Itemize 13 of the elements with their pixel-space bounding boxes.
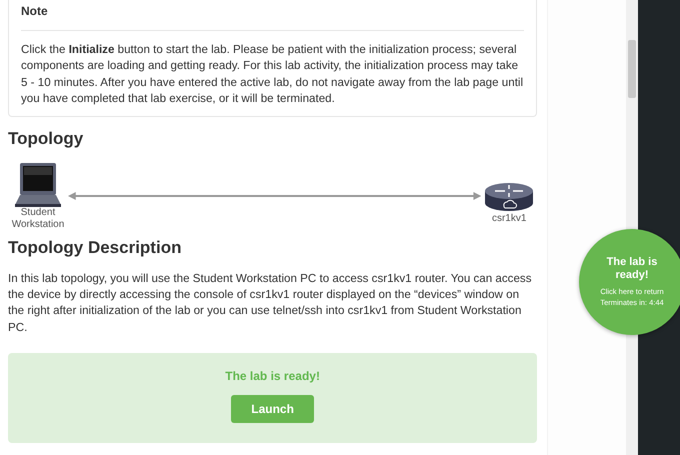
bubble-title: The lab is ready! bbox=[606, 256, 658, 282]
node-label: Student Workstation bbox=[10, 206, 66, 231]
scrollbar-thumb[interactable] bbox=[628, 40, 636, 98]
section-heading: Topology Description bbox=[8, 238, 182, 258]
section-heading: Topology bbox=[8, 128, 84, 149]
note-title: Note bbox=[21, 4, 524, 31]
laptop-icon bbox=[15, 162, 61, 207]
router-icon bbox=[485, 180, 534, 211]
note-text: Click the Initialize button to start the lab. Please be patient with the initialization process; several components are loading and getting ready. For this lab activity, the initialization process may take 5 - 10 minutes. After you have entered the active lab, do not navigate away from the lab page until you have completed that lab exercise, or it will be terminated. bbox=[21, 42, 524, 108]
launch-button[interactable]: Launch bbox=[231, 395, 314, 424]
ready-message: The lab is ready! bbox=[225, 369, 320, 384]
description-text: In this lab topology, you will use the Student Workstation PC to access csr1kv1 router. You can access the device by directly accessing the console of csr1kv1 router displayed on the “devices” window on the right after initialization of the lab or you can use telnet/ssh into csr1kv1 from Student Workstation PC. bbox=[8, 270, 533, 336]
node-label: csr1kv1 bbox=[492, 212, 526, 225]
